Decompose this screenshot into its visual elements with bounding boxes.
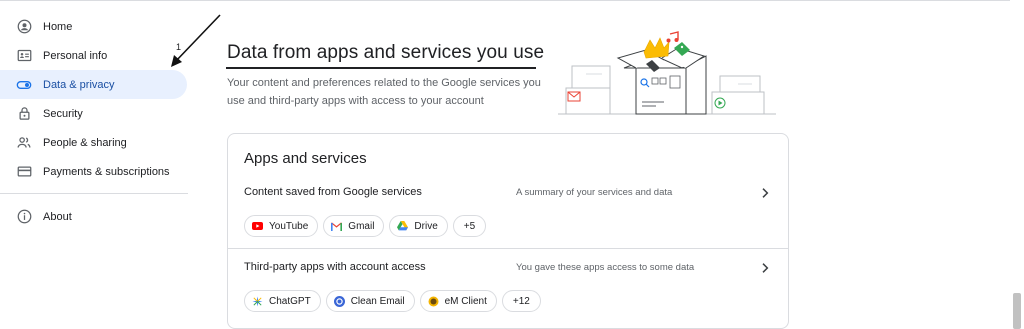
chip-clean-email[interactable]: Clean Email: [325, 290, 415, 312]
apps-and-services-card: Apps and services Content saved from Goo…: [227, 133, 789, 329]
em-client-icon: [428, 296, 439, 307]
info-icon: [16, 209, 32, 225]
page-title: Data from apps and services you use: [227, 42, 545, 63]
annotation-number: 1: [176, 42, 182, 52]
chatgpt-icon: [252, 296, 263, 307]
chevron-right-icon: [762, 188, 769, 198]
annotation-arrow: [171, 14, 221, 67]
drive-icon: [397, 221, 409, 232]
chip-label: Clean Email: [350, 295, 405, 307]
chip-label: +12: [512, 295, 530, 307]
chip-drive[interactable]: Drive: [389, 215, 448, 237]
sidebar-item-label: People & sharing: [43, 136, 127, 149]
chip-label: Drive: [414, 220, 438, 232]
scrollbar-thumb[interactable]: [1013, 293, 1021, 329]
chip-label: ChatGPT: [269, 295, 311, 307]
row-label: Third-party apps with account access: [244, 261, 426, 273]
sidebar-item-home[interactable]: Home: [0, 12, 187, 41]
sidebar-item-payments-subscriptions[interactable]: Payments & subscriptions: [0, 157, 187, 186]
chip-label: Gmail: [348, 220, 375, 232]
sidebar-item-security[interactable]: Security: [0, 99, 187, 128]
chip-more-apps[interactable]: +12: [501, 290, 541, 312]
people-icon: [16, 135, 32, 151]
person-circle-icon: [16, 19, 32, 35]
sidebar-item-label: Personal info: [43, 49, 108, 62]
sidebar-item-label: Data & privacy: [43, 78, 115, 91]
title-underline: [226, 67, 536, 69]
sidebar-item-about[interactable]: About: [0, 202, 187, 231]
gmail-icon: [331, 221, 343, 232]
sidebar-item-label: Home: [43, 20, 73, 33]
clean-email-icon: [333, 295, 345, 307]
data-box-illustration: [558, 31, 776, 115]
sidebar-item-personal-info[interactable]: Personal info: [0, 41, 187, 70]
sidebar-divider: [0, 193, 188, 194]
service-chips: YouTube Gmail Drive +5: [244, 215, 487, 237]
lock-icon: [16, 106, 32, 122]
chevron-right-icon: [762, 263, 769, 273]
chip-gmail[interactable]: Gmail: [323, 215, 385, 237]
youtube-icon: [252, 221, 263, 232]
chip-label: YouTube: [269, 220, 309, 232]
row-description: You gave these apps access to some data: [516, 262, 695, 273]
third-party-apps-row[interactable]: Third-party apps with account access You…: [228, 249, 788, 329]
credit-card-icon: [16, 164, 32, 180]
top-divider: [0, 0, 1010, 1]
chip-more-services[interactable]: +5: [452, 215, 487, 237]
sidebar: Home Personal info Data & privacy Securi…: [0, 12, 188, 231]
sidebar-item-data-privacy[interactable]: Data & privacy: [0, 70, 187, 99]
toggle-icon: [16, 77, 32, 93]
sidebar-item-label: Security: [43, 107, 83, 120]
chip-youtube[interactable]: YouTube: [244, 215, 319, 237]
id-card-icon: [16, 48, 32, 64]
chip-label: +5: [463, 220, 476, 232]
third-party-chips: ChatGPT Clean Email eM Client +12: [244, 290, 541, 312]
chip-chatgpt[interactable]: ChatGPT: [244, 290, 321, 312]
row-label: Content saved from Google services: [244, 186, 422, 198]
sidebar-item-label: Payments & subscriptions: [43, 165, 170, 178]
sidebar-item-people-sharing[interactable]: People & sharing: [0, 128, 187, 157]
row-description: A summary of your services and data: [516, 187, 673, 198]
google-services-row[interactable]: Content saved from Google services A sum…: [228, 134, 788, 248]
chip-em-client[interactable]: eM Client: [419, 290, 497, 312]
chip-label: eM Client: [444, 295, 487, 307]
sidebar-item-label: About: [43, 210, 72, 223]
page-description: Your content and preferences related to …: [227, 77, 541, 107]
